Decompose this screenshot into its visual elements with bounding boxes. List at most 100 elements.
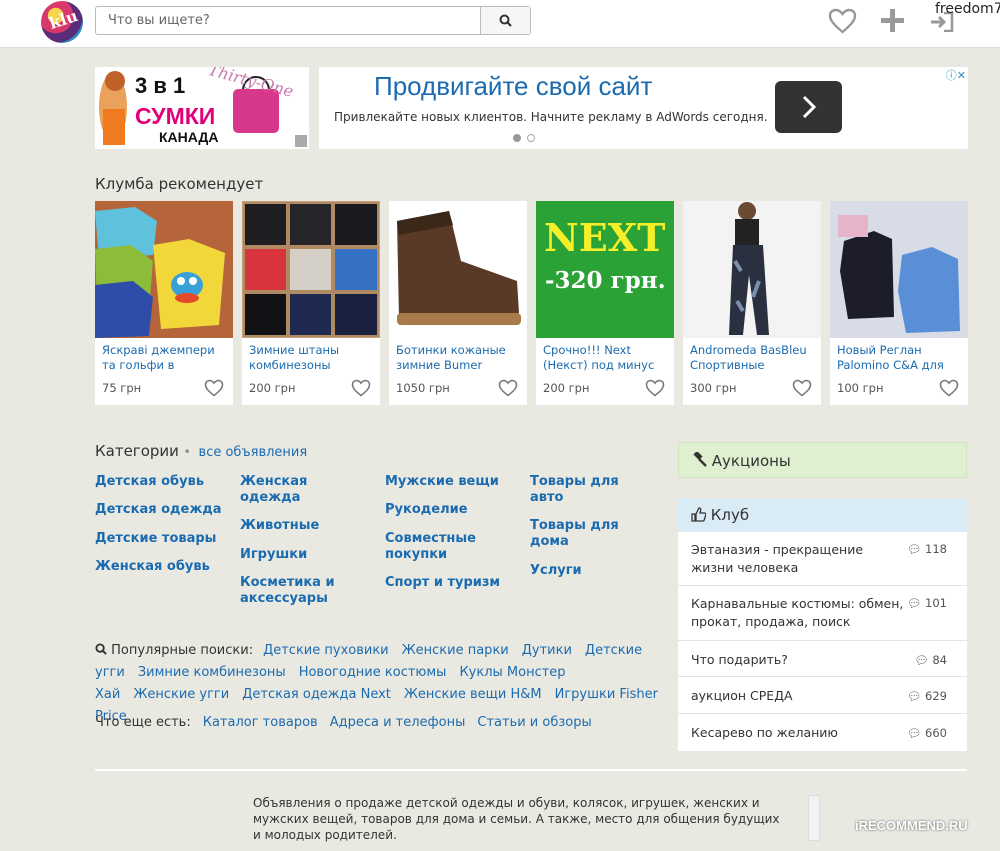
product-title[interactable]: Andromeda BasBleu Спортивные [690,343,814,373]
product-image [242,201,380,338]
topic-title[interactable]: Эвтаназия - прекращение жизни человека [691,542,863,575]
more-section: Что еще есть: Каталог товаров Адреса и тел… [95,715,592,730]
all-listings-link[interactable]: все объявления [199,445,308,460]
club-topic[interactable]: Кесарево по желанию 💬︎ 660 [678,714,967,750]
product-price: 300 грн [690,381,737,395]
heart-icon[interactable] [792,379,812,397]
heart-icon[interactable] [204,379,224,397]
product-price: 100 грн [837,381,884,395]
product-image [95,201,233,338]
popular-link[interactable]: Дутики [522,643,572,658]
ad-banner-adwords[interactable]: Продвигайте свой сайт Привлекайте новых … [319,67,968,149]
ad-info-close[interactable]: ⓘ✕ [946,67,966,83]
topic-title[interactable]: Карнавальные костюмы: обмен, прокат, про… [691,596,903,629]
product-image [830,201,968,338]
heart-icon[interactable] [645,379,665,397]
category-link[interactable]: Игрушки [240,547,307,563]
product-price: 200 грн [543,381,590,395]
ad-banner-bags[interactable]: 3 в 1 Thirty-One СУМКИ КАНАДА [95,67,309,149]
ad-bags-line3: КАНАДА [159,129,219,145]
club-topic[interactable]: Что подарить? 💬︎ 84 [678,641,967,677]
category-link[interactable]: Услуги [530,563,582,579]
popular-link[interactable]: Женские парки [402,643,509,658]
product-title[interactable]: Ботинки кожаные зимние Bumer [396,343,520,373]
club-topic[interactable]: аукцион СРЕДА 💬︎ 629 [678,677,967,714]
comment-icon: 💬︎ [906,726,922,740]
auctions-panel[interactable]: Аукционы [678,442,967,478]
auctions-label: Аукционы [711,452,791,470]
product-price: 75 грн [102,381,142,395]
search-bar [95,6,531,35]
category-link[interactable]: Товары для дома [530,518,630,550]
heart-icon[interactable] [498,379,518,397]
club-topic[interactable]: Эвтаназия - прекращение жизни человека 💬… [678,532,967,586]
category-link[interactable]: Товары для авто [530,474,630,506]
category-link[interactable]: Животные [240,518,319,534]
more-link[interactable]: Адреса и телефоны [330,715,466,730]
category-link[interactable]: Детские товары [95,531,216,547]
product-card[interactable]: NEXT -320 грн. Срочно!!! Next (Некст) по… [536,201,674,405]
product-title[interactable]: Яскраві джемпери та гольфи в [102,343,226,373]
site-logo[interactable]: klu [41,1,83,43]
username[interactable]: freedom7 [935,1,1000,17]
carousel-dot[interactable] [513,134,521,142]
topic-count: 💬︎ 660 [907,724,947,742]
club-panel: Клуб Эвтаназия - прекращение жизни челов… [678,498,967,751]
footer-scrollbar[interactable] [808,795,820,841]
heart-icon[interactable] [351,379,371,397]
product-image [683,201,821,338]
popular-link[interactable]: Женские вещи H&M [404,687,542,702]
more-label: Что еще есть: [95,715,191,730]
popular-link[interactable]: Детская одежда Next [242,687,391,702]
comment-icon: 💬︎ [914,653,929,667]
category-link[interactable]: Детская обувь [95,474,204,490]
thumbs-up-icon [691,507,707,522]
popular-link[interactable]: Женские угги [133,687,229,702]
product-card[interactable]: Яскраві джемпери та гольфи в 75 грн [95,201,233,405]
comment-icon: 💬︎ [906,689,922,703]
comment-count: 101 [925,596,947,610]
category-link[interactable]: Рукоделие [385,502,468,518]
comment-count: 660 [925,726,947,740]
ad-next-button[interactable] [775,81,842,133]
search-button[interactable] [480,7,530,34]
topic-title[interactable]: аукцион СРЕДА [691,688,793,703]
category-link[interactable]: Детская одежда [95,502,222,518]
topic-count: 💬︎ 84 [914,651,947,669]
club-topic[interactable]: Карнавальные костюмы: обмен, прокат, про… [678,586,967,641]
product-card[interactable]: Ботинки кожаные зимние Bumer 1050 грн [389,201,527,405]
comment-count: 84 [932,653,947,667]
topic-title[interactable]: Кесарево по желанию [691,725,838,740]
carousel-dot[interactable] [527,134,535,142]
category-link[interactable]: Женская одежда [240,474,340,506]
category-link[interactable]: Женская обувь [95,559,210,575]
topic-count: 💬︎ 629 [907,687,947,705]
footer-text: Объявления о продаже детской одежды и об… [253,796,780,842]
category-link[interactable]: Спорт и туризм [385,575,500,591]
popular-link[interactable]: Детские пуховики [263,643,389,658]
topic-title[interactable]: Что подарить? [691,652,788,667]
category-grid: Детская обувь Детская одежда Детские тов… [95,474,675,614]
separator-dot: • [183,445,191,459]
category-link[interactable]: Совместные покупки [385,531,495,563]
category-link[interactable]: Косметика и аксессуары [240,575,355,607]
product-title[interactable]: Срочно!!! Next (Некст) под минус [543,343,667,373]
heart-icon[interactable] [828,8,857,34]
ad-bags-line2: СУМКИ [135,103,216,129]
popular-link[interactable]: Новогодние костюмы [299,665,447,680]
product-card[interactable]: Andromeda BasBleu Спортивные 300 грн [683,201,821,405]
search-input[interactable] [96,7,481,34]
more-link[interactable]: Статьи и обзоры [477,715,591,730]
more-link[interactable]: Каталог товаров [203,715,318,730]
popular-link[interactable]: Зимние комбинезоны [138,665,286,680]
club-header[interactable]: Клуб [678,498,967,532]
product-title[interactable]: Зимние штаны комбинезоны [249,343,373,373]
product-card[interactable]: Зимние штаны комбинезоны 200 грн [242,201,380,405]
product-card[interactable]: Новый Реглан Palomino C&A для 100 грн [830,201,968,405]
plus-icon[interactable] [881,9,904,32]
category-link[interactable]: Мужские вещи [385,474,499,490]
product-title[interactable]: Новый Реглан Palomino C&A для [837,343,961,373]
comment-icon: 💬︎ [906,596,922,610]
ad-bags-line1: 3 в 1 [135,73,186,98]
heart-icon[interactable] [939,379,959,397]
